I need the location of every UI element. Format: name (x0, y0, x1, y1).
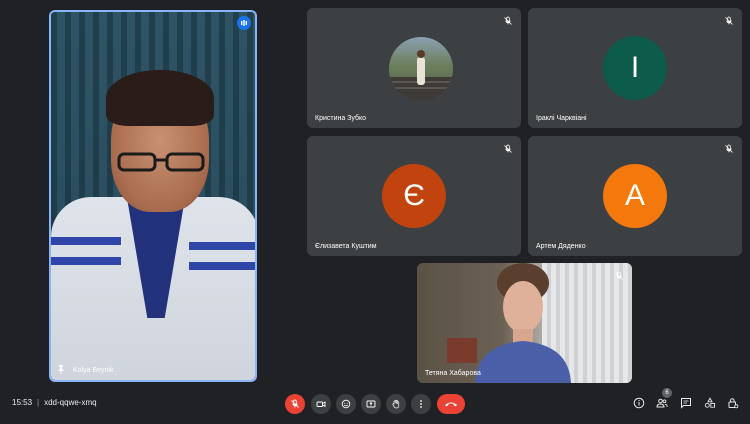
leave-call-button[interactable] (437, 394, 465, 414)
jacket-stripe (51, 257, 121, 265)
meeting-details: 15:53 | xdd-qqwe-xmq (12, 398, 97, 407)
participant-name: Артем Дяденко (536, 243, 586, 250)
speaker-tile[interactable]: Kolya Beynik (49, 10, 257, 382)
mic-off-icon (504, 16, 512, 25)
participant-tile[interactable]: Тетяна Хабарова (417, 263, 632, 383)
participant-video-figure (447, 263, 571, 383)
more-vert-icon (420, 400, 422, 408)
participant-name: Єлизавета Куштим (315, 243, 377, 250)
participant-initial-avatar: А (603, 164, 667, 228)
activities-button[interactable] (703, 396, 717, 410)
meeting-code: xdd-qqwe-xmq (44, 398, 97, 407)
raise-hand-icon (392, 399, 400, 409)
speaking-indicator-icon (237, 16, 251, 30)
participant-name: Іраклі Чарквіані (536, 115, 587, 122)
participant-tile[interactable]: А Артем Дяденко (528, 136, 742, 256)
mic-off-icon (615, 271, 623, 280)
emoji-icon (341, 399, 351, 409)
raise-hand-button[interactable] (386, 394, 406, 414)
mic-off-icon (725, 144, 733, 153)
people-button[interactable] (655, 396, 669, 410)
mic-off-icon (504, 144, 512, 153)
participant-name: Тетяна Хабарова (425, 370, 481, 377)
mic-off-icon (725, 16, 733, 25)
chat-button[interactable] (679, 396, 693, 410)
mic-off-icon (291, 399, 299, 408)
camera-toggle-button[interactable] (311, 394, 331, 414)
chat-icon (681, 398, 691, 409)
people-icon (656, 398, 668, 408)
more-options-button[interactable] (411, 394, 431, 414)
participant-initial-avatar: Є (382, 164, 446, 228)
activities-icon (704, 397, 716, 408)
meeting-separator: | (37, 398, 40, 407)
camera-icon (316, 401, 326, 408)
pin-icon[interactable] (57, 365, 65, 374)
participant-name: Кристина Зубко (315, 115, 367, 122)
present-button[interactable] (361, 394, 381, 414)
participant-photo-avatar (389, 37, 453, 101)
speaker-name: Kolya Beynik (73, 367, 114, 374)
jacket-stripe (51, 237, 121, 245)
participant-tile[interactable]: Є Єлизавета Куштим (307, 136, 521, 256)
emoji-button[interactable] (336, 394, 356, 414)
host-controls-button[interactable] (726, 396, 740, 410)
speaker-hair (106, 70, 214, 126)
meeting-info-button[interactable] (632, 396, 646, 410)
hangup-icon (445, 402, 457, 407)
participant-tile[interactable]: Кристина Зубко (307, 8, 521, 128)
mic-toggle-button[interactable] (285, 394, 305, 414)
host-controls-icon (728, 398, 739, 409)
info-icon (633, 397, 645, 409)
participant-initial-avatar: І (603, 36, 667, 100)
glasses-shape (117, 152, 205, 172)
jacket-stripe (189, 262, 255, 270)
participant-tile[interactable]: І Іраклі Чарквіані (528, 8, 742, 128)
present-icon (366, 400, 376, 408)
jacket-stripe (189, 242, 255, 250)
meeting-time: 15:53 (12, 398, 33, 407)
